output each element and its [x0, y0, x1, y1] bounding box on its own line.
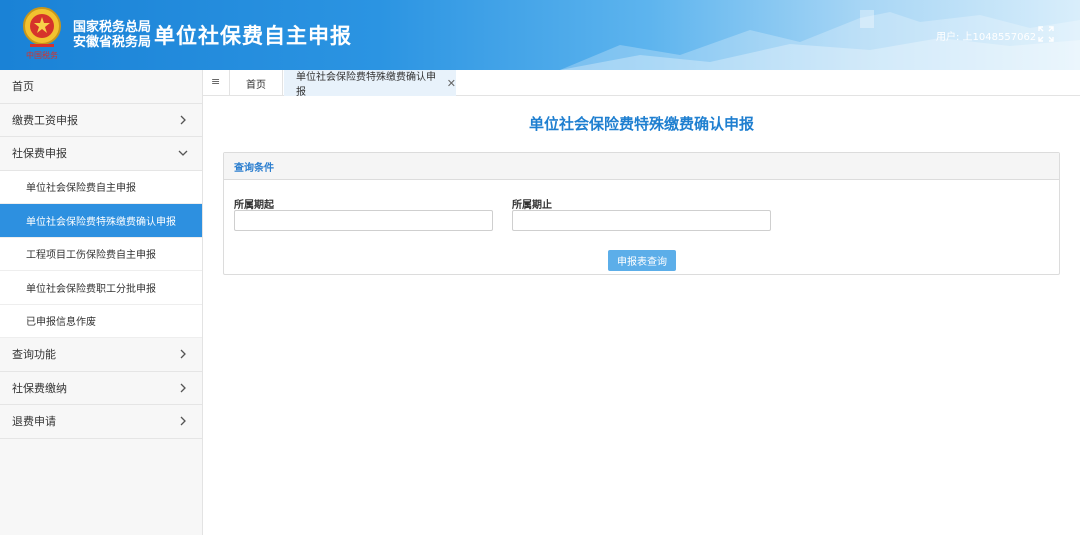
sidebar-subitem-label: 已申报信息作废 — [26, 317, 96, 329]
panel-title: 查询条件 — [224, 153, 1059, 180]
tab-bar: ≡ 首页 单位社会保险费特殊缴费确认申报 ✕ — [203, 70, 1080, 98]
app-title: 单位社保费自主申报 — [154, 24, 352, 48]
sidebar-item-label: 首页 — [12, 80, 34, 94]
org-names: 国家税务总局 安徽省税务局 — [73, 20, 151, 50]
menu-toggle-icon[interactable]: ≡ — [211, 75, 223, 89]
sidebar-subitem-void-declaration[interactable]: 已申报信息作废 — [0, 304, 202, 338]
period-start-label: 所属期起 — [234, 200, 274, 211]
sidebar-subitem-self-declaration[interactable]: 单位社会保险费自主申报 — [0, 170, 202, 204]
sidebar-subitem-batch-declaration[interactable]: 单位社会保险费职工分批申报 — [0, 271, 202, 305]
sidebar-item-home[interactable]: 首页 — [0, 70, 202, 104]
fullscreen-icon[interactable] — [1037, 25, 1055, 43]
period-end-label: 所属期止 — [512, 200, 552, 211]
sidebar-item-label: 社保费缴纳 — [12, 381, 67, 395]
org-line-1: 国家税务总局 — [73, 20, 152, 35]
tab-current[interactable]: 单位社会保险费特殊缴费确认申报 ✕ — [284, 70, 456, 98]
top-header: 中国税务 国家税务总局 安徽省税务局 单位社保费自主申报 用户: 上104855… — [0, 0, 1080, 70]
sidebar-item-label: 查询功能 — [12, 348, 56, 362]
sidebar-subitem-label: 单位社会保险费职工分批申报 — [26, 283, 156, 295]
period-start-input[interactable] — [234, 210, 493, 231]
sidebar-item-label: 缴费工资申报 — [12, 113, 78, 127]
tab-home[interactable]: 首页 — [229, 70, 283, 96]
sidebar-item-label: 退费申请 — [12, 415, 56, 429]
sidebar-item-wage-declaration[interactable]: 缴费工资申报 — [0, 103, 202, 137]
query-declaration-button[interactable]: 申报表查询 — [608, 250, 676, 271]
svg-text:中国税务: 中国税务 — [26, 50, 58, 60]
sidebar-subitem-label: 工程项目工伤保险费自主申报 — [26, 250, 156, 262]
period-end-input[interactable] — [512, 210, 771, 231]
sidebar-subitem-special-payment-confirmation[interactable]: 单位社会保险费特殊缴费确认申报 — [0, 204, 202, 238]
user-info: 用户: 上1048557062 — [936, 32, 1037, 43]
tab-label: 单位社会保险费特殊缴费确认申报 — [296, 72, 436, 98]
sidebar-item-payment[interactable]: 社保费缴纳 — [0, 371, 202, 405]
tax-emblem-icon: 中国税务 — [23, 7, 61, 60]
query-panel: 查询条件 所属期起 所属期止 申报表查询 — [223, 152, 1060, 275]
chevron-right-icon — [180, 383, 186, 393]
chevron-right-icon — [180, 115, 186, 125]
close-icon[interactable]: ✕ — [447, 77, 456, 90]
sidebar-subitem-label: 单位社会保险费特殊缴费确认申报 — [26, 216, 176, 228]
org-line-2: 安徽省税务局 — [73, 35, 152, 50]
sidebar-item-social-security-declaration[interactable]: 社保费申报 — [0, 137, 202, 171]
chevron-down-icon — [178, 150, 188, 157]
sidebar-subitem-project-injury-insurance[interactable]: 工程项目工伤保险费自主申报 — [0, 237, 202, 271]
chevron-right-icon — [180, 349, 186, 359]
sidebar-item-query[interactable]: 查询功能 — [0, 338, 202, 372]
sidebar: 首页 缴费工资申报 社保费申报 单位社会保险费自主申报 单位社会保险费特殊缴费确… — [0, 70, 203, 535]
sidebar-item-label: 社保费申报 — [12, 147, 67, 161]
chevron-right-icon — [180, 416, 186, 426]
sidebar-item-refund[interactable]: 退费申请 — [0, 405, 202, 439]
tab-label: 首页 — [246, 79, 266, 91]
sidebar-subitem-label: 单位社会保险费自主申报 — [26, 183, 136, 195]
page-title: 单位社会保险费特殊缴费确认申报 — [528, 115, 754, 133]
